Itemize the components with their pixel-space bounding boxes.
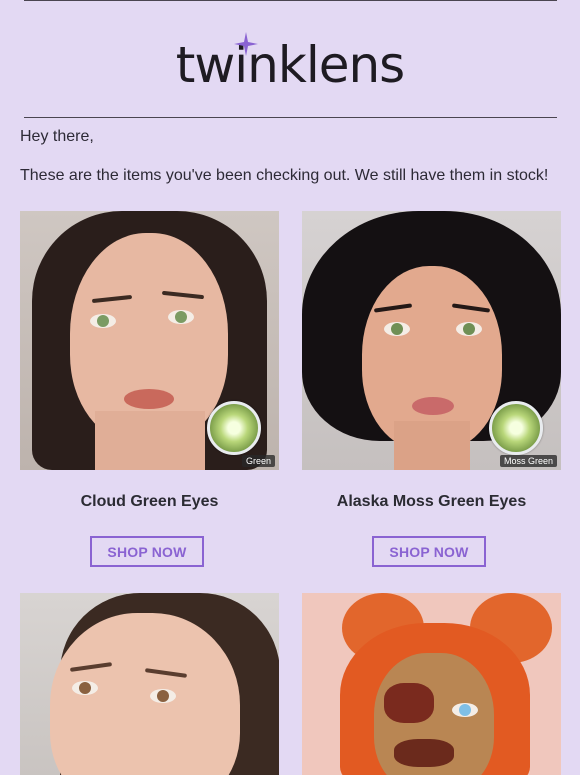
lens-swatch: [489, 401, 543, 455]
greeting-text: Hey there,: [20, 128, 94, 145]
product-image[interactable]: [302, 593, 561, 775]
email-body: twinklens Hey there, These are the items…: [0, 0, 580, 775]
logo-wordmark: twinklens: [175, 36, 405, 94]
product-card: Moss Green Alaska Moss Green Eyes SHOP N…: [302, 211, 561, 571]
product-card: [302, 593, 561, 775]
intro-text: These are the items you've been checking…: [20, 167, 549, 184]
top-divider: [24, 0, 557, 1]
shop-now-button[interactable]: SHOP NOW: [372, 536, 486, 567]
shop-now-button[interactable]: SHOP NOW: [90, 536, 204, 567]
product-name[interactable]: Cloud Green Eyes: [20, 493, 279, 511]
product-card: Green Cloud Green Eyes SHOP NOW: [20, 211, 279, 571]
lens-color-label: Green: [241, 455, 275, 467]
product-image[interactable]: Moss Green: [302, 211, 561, 470]
header-divider: [24, 117, 557, 118]
product-name[interactable]: Alaska Moss Green Eyes: [302, 493, 561, 511]
lens-swatch: [207, 401, 261, 455]
sparkle-star-icon: [234, 32, 258, 56]
product-image[interactable]: [20, 593, 279, 775]
brand-logo[interactable]: twinklens: [0, 30, 580, 100]
product-image[interactable]: Green: [20, 211, 279, 470]
lens-color-label: Moss Green: [499, 455, 557, 467]
product-card: [20, 593, 279, 775]
